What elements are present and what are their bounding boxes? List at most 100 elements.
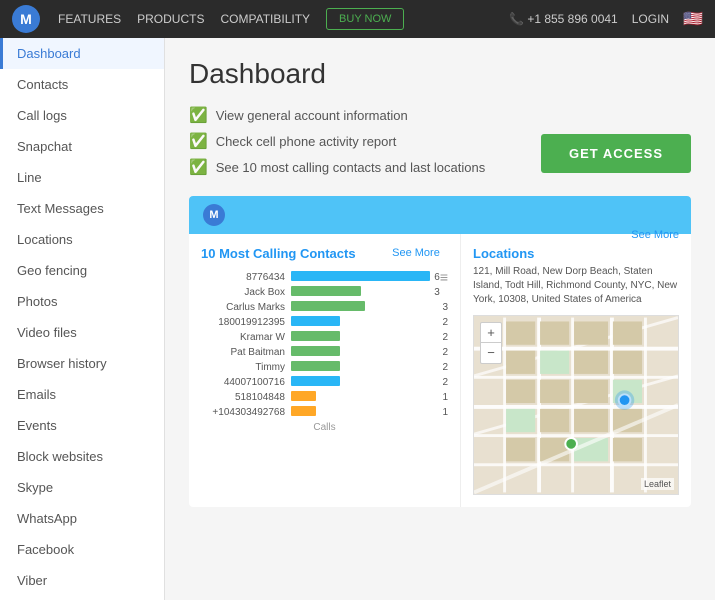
chart-section: 10 Most Calling Contacts ≡ See More 8776… — [189, 234, 461, 507]
check-icon-2: ✅ — [189, 132, 208, 150]
bar-fill — [291, 406, 316, 416]
nav-products[interactable]: PRODUCTS — [137, 12, 204, 26]
page-title: Dashboard — [189, 58, 691, 90]
sidebar-item-line[interactable]: Line — [0, 162, 164, 193]
map-zoom-out[interactable]: − — [481, 343, 501, 363]
sidebar-item-tinder[interactable]: Tinder — [0, 596, 164, 600]
nav-features[interactable]: FEATURES — [58, 12, 121, 26]
bar-fill — [291, 361, 340, 371]
dashboard-card: M 10 Most Calling Contacts ≡ See More 87… — [189, 196, 691, 507]
bar-row: 180019912395 2 — [201, 316, 448, 328]
nav-phone: 📞 +1 855 896 0041 — [509, 12, 618, 26]
main-layout: Dashboard Contacts Call logs Snapchat Li… — [0, 38, 715, 600]
bar-value: 2 — [442, 347, 448, 358]
get-access-button[interactable]: GET ACCESS — [541, 134, 691, 173]
main-content: Dashboard ✅ View general account informa… — [165, 38, 715, 600]
nav-compatibility[interactable]: COMPATIBILITY — [220, 12, 310, 26]
bar-fill — [291, 316, 340, 326]
check-icon-3: ✅ — [189, 158, 208, 176]
bar-wrap — [291, 406, 438, 418]
bar-label: Carlus Marks — [201, 302, 291, 313]
nav-items: FEATURES PRODUCTS COMPATIBILITY BUY NOW — [58, 8, 509, 30]
chart-see-more[interactable]: See More — [392, 247, 440, 259]
sidebar-item-skype[interactable]: Skype — [0, 472, 164, 503]
bar-value: 2 — [442, 362, 448, 373]
bar-wrap — [291, 391, 438, 403]
chart-menu-dots[interactable]: ≡ — [440, 269, 448, 285]
sidebar-item-block-websites[interactable]: Block websites — [0, 441, 164, 472]
sidebar-item-video-files[interactable]: Video files — [0, 317, 164, 348]
bar-value: 3 — [434, 287, 440, 298]
bar-wrap — [291, 361, 438, 373]
bar-fill — [291, 301, 365, 311]
sidebar-item-call-logs[interactable]: Call logs — [0, 100, 164, 131]
card-header: M — [189, 196, 691, 234]
bar-row: 8776434 6 — [201, 271, 440, 283]
sidebar-item-dashboard[interactable]: Dashboard — [0, 38, 164, 69]
bar-value: 2 — [442, 377, 448, 388]
bar-label: Pat Baitman — [201, 347, 291, 358]
bar-wrap — [291, 316, 438, 328]
bar-row: 44007100716 2 — [201, 376, 448, 388]
bar-fill — [291, 391, 316, 401]
map-zoom-in[interactable]: + — [481, 323, 501, 343]
bar-wrap — [291, 346, 438, 358]
bar-value: 6 — [434, 272, 440, 283]
nav-flag: 🇺🇸 — [683, 9, 703, 29]
bar-wrap — [291, 271, 430, 283]
sidebar: Dashboard Contacts Call logs Snapchat Li… — [0, 38, 165, 600]
bar-value: 2 — [442, 332, 448, 343]
sidebar-item-events[interactable]: Events — [0, 410, 164, 441]
feature-text-3: See 10 most calling contacts and last lo… — [216, 160, 486, 175]
bar-row: Pat Baitman 2 — [201, 346, 448, 358]
bar-row: +104303492768 1 — [201, 406, 448, 418]
sidebar-item-viber[interactable]: Viber — [0, 565, 164, 596]
bar-label: 44007100716 — [201, 377, 291, 388]
bar-wrap — [291, 376, 438, 388]
sidebar-item-photos[interactable]: Photos — [0, 286, 164, 317]
bar-value: 2 — [442, 317, 448, 328]
map-controls[interactable]: + − — [480, 322, 502, 364]
sidebar-item-text-messages[interactable]: Text Messages — [0, 193, 164, 224]
bar-label: +104303492768 — [201, 407, 291, 418]
nav-login[interactable]: LOGIN — [632, 12, 669, 26]
chart-axis-label: Calls — [201, 422, 448, 433]
card-body: 10 Most Calling Contacts ≡ See More 8776… — [189, 234, 691, 507]
map-svg — [474, 316, 678, 494]
feature-text-1: View general account information — [216, 108, 408, 123]
sidebar-item-browser-history[interactable]: Browser history — [0, 348, 164, 379]
bar-label: Jack Box — [201, 287, 291, 298]
check-icon-1: ✅ — [189, 106, 208, 124]
bar-label: 8776434 — [201, 272, 291, 283]
sidebar-item-contacts[interactable]: Contacts — [0, 69, 164, 100]
nav-buy-now[interactable]: BUY NOW — [326, 8, 404, 30]
bar-row: Timmy 2 — [201, 361, 448, 373]
sidebar-item-whatsapp[interactable]: WhatsApp — [0, 503, 164, 534]
bar-row: Kramar W2 — [201, 331, 448, 343]
feature-item-1: ✅ View general account information — [189, 106, 691, 124]
bar-label: Timmy — [201, 362, 291, 373]
bar-row: Jack Box 3 — [201, 286, 440, 298]
map-container[interactable]: + − Leaflet — [473, 315, 679, 495]
sidebar-item-locations[interactable]: Locations — [0, 224, 164, 255]
bar-fill — [291, 286, 361, 296]
location-address: 121, Mill Road, New Dorp Beach, Staten I… — [473, 265, 679, 307]
sidebar-item-snapchat[interactable]: Snapchat — [0, 131, 164, 162]
bar-label: 180019912395 — [201, 317, 291, 328]
bar-wrap — [291, 286, 430, 298]
bar-fill — [291, 271, 430, 281]
bar-value: 1 — [442, 407, 448, 418]
bar-row: Carlus Marks3 — [201, 301, 448, 313]
bar-wrap — [291, 301, 438, 313]
card-logo: M — [203, 204, 225, 226]
nav-right: 📞 +1 855 896 0041 LOGIN 🇺🇸 — [509, 9, 703, 29]
bar-fill — [291, 346, 340, 356]
location-section: Locations See More 121, Mill Road, New D… — [461, 234, 691, 507]
sidebar-item-facebook[interactable]: Facebook — [0, 534, 164, 565]
location-see-more[interactable]: See More — [631, 229, 679, 241]
sidebar-item-geo-fencing[interactable]: Geo fencing — [0, 255, 164, 286]
bar-label: 518104848 — [201, 392, 291, 403]
bar-wrap — [291, 331, 438, 343]
nav-logo: M — [12, 5, 40, 33]
sidebar-item-emails[interactable]: Emails — [0, 379, 164, 410]
